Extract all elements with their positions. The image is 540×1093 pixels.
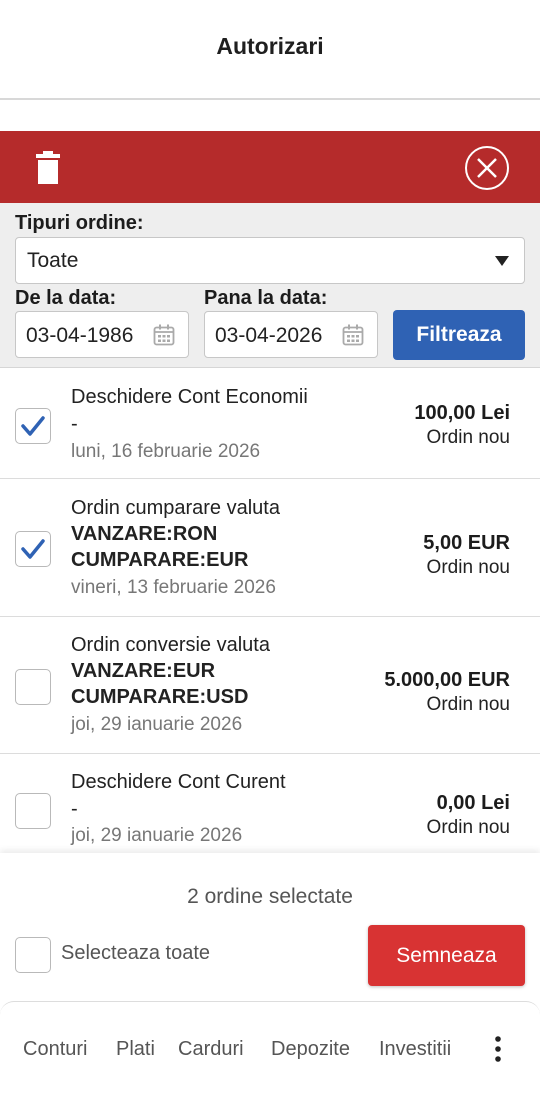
- to-date-label: Pana la data:: [204, 287, 328, 309]
- bottom-nav: Conturi Plati Carduri Depozite Investiti…: [0, 1001, 540, 1093]
- order-status: Ordin nou: [426, 557, 510, 578]
- order-title: Deschidere Cont Curent: [71, 771, 286, 793]
- checkmark-icon: [21, 416, 45, 436]
- app-header: Autorizari: [0, 0, 540, 100]
- nav-item-carduri[interactable]: Carduri: [178, 1038, 244, 1061]
- list-item[interactable]: Ordin cumparare valuta VANZARE:RON CUMPA…: [0, 479, 540, 617]
- nav-item-investitii[interactable]: Investitii: [379, 1038, 451, 1061]
- selected-count: 2 ordine selectate: [187, 885, 353, 908]
- order-amount: 5.000,00 EUR: [384, 669, 510, 691]
- filter-button[interactable]: Filtreaza: [393, 310, 525, 360]
- list-item[interactable]: Ordin conversie valuta VANZARE:EUR CUMPA…: [0, 617, 540, 754]
- order-title: Deschidere Cont Economii: [71, 386, 308, 408]
- order-status: Ordin nou: [426, 694, 510, 715]
- sign-button[interactable]: Semneaza: [368, 925, 525, 986]
- nav-item-plati[interactable]: Plati: [116, 1038, 155, 1061]
- order-title: Ordin cumparare valuta: [71, 497, 280, 519]
- page-title: Autorizari: [216, 32, 324, 59]
- selection-toolbar: [0, 131, 540, 203]
- list-item[interactable]: Deschidere Cont Economii - luni, 16 febr…: [0, 368, 540, 479]
- order-amount: 0,00 Lei: [436, 792, 510, 814]
- to-date-value: 03-04-2026: [215, 324, 323, 347]
- row-checkbox[interactable]: [15, 793, 51, 829]
- order-list: Deschidere Cont Economii - luni, 16 febr…: [0, 368, 540, 853]
- to-date-field[interactable]: 03-04-2026: [204, 311, 378, 358]
- filter-panel: Tipuri ordine: Toate De la data: Pana la…: [0, 203, 540, 368]
- row-checkbox[interactable]: [15, 408, 51, 444]
- more-vertical-icon[interactable]: [495, 1036, 501, 1062]
- order-status: Ordin nou: [426, 427, 510, 448]
- order-amount: 100,00 Lei: [414, 402, 510, 424]
- order-detail: -: [71, 798, 78, 820]
- order-type-select[interactable]: Toate: [15, 237, 525, 284]
- from-date-field[interactable]: 03-04-1986: [15, 311, 189, 358]
- nav-item-conturi[interactable]: Conturi: [23, 1038, 87, 1061]
- close-icon[interactable]: [465, 146, 509, 190]
- order-date: vineri, 13 februarie 2026: [71, 577, 276, 598]
- calendar-icon[interactable]: [153, 324, 175, 351]
- list-item[interactable]: Deschidere Cont Curent - joi, 29 ianuari…: [0, 754, 540, 853]
- order-title: Ordin conversie valuta: [71, 634, 270, 656]
- order-status: Ordin nou: [426, 817, 510, 838]
- row-checkbox[interactable]: [15, 531, 51, 567]
- order-detail: CUMPARARE:USD: [71, 686, 249, 708]
- nav-item-depozite[interactable]: Depozite: [271, 1038, 350, 1061]
- order-amount: 5,00 EUR: [423, 532, 510, 554]
- order-date: joi, 29 ianuarie 2026: [71, 825, 243, 846]
- order-detail: CUMPARARE:EUR: [71, 549, 249, 571]
- select-all-checkbox[interactable]: [15, 937, 51, 973]
- order-detail: VANZARE:RON: [71, 523, 218, 545]
- order-date: luni, 16 februarie 2026: [71, 441, 261, 462]
- from-date-value: 03-04-1986: [26, 324, 134, 347]
- order-date: joi, 29 ianuarie 2026: [71, 714, 243, 735]
- calendar-icon[interactable]: [342, 324, 364, 351]
- order-type-label: Tipuri ordine:: [15, 212, 144, 234]
- from-date-label: De la data:: [15, 287, 117, 309]
- trash-icon[interactable]: [34, 151, 62, 185]
- order-type-value: Toate: [27, 249, 79, 272]
- row-checkbox[interactable]: [15, 669, 51, 705]
- checkmark-icon: [21, 539, 45, 559]
- order-detail: VANZARE:EUR: [71, 660, 216, 682]
- select-all-label[interactable]: Selecteaza toate: [61, 942, 210, 965]
- chevron-down-icon: [495, 256, 509, 266]
- order-detail: -: [71, 413, 78, 435]
